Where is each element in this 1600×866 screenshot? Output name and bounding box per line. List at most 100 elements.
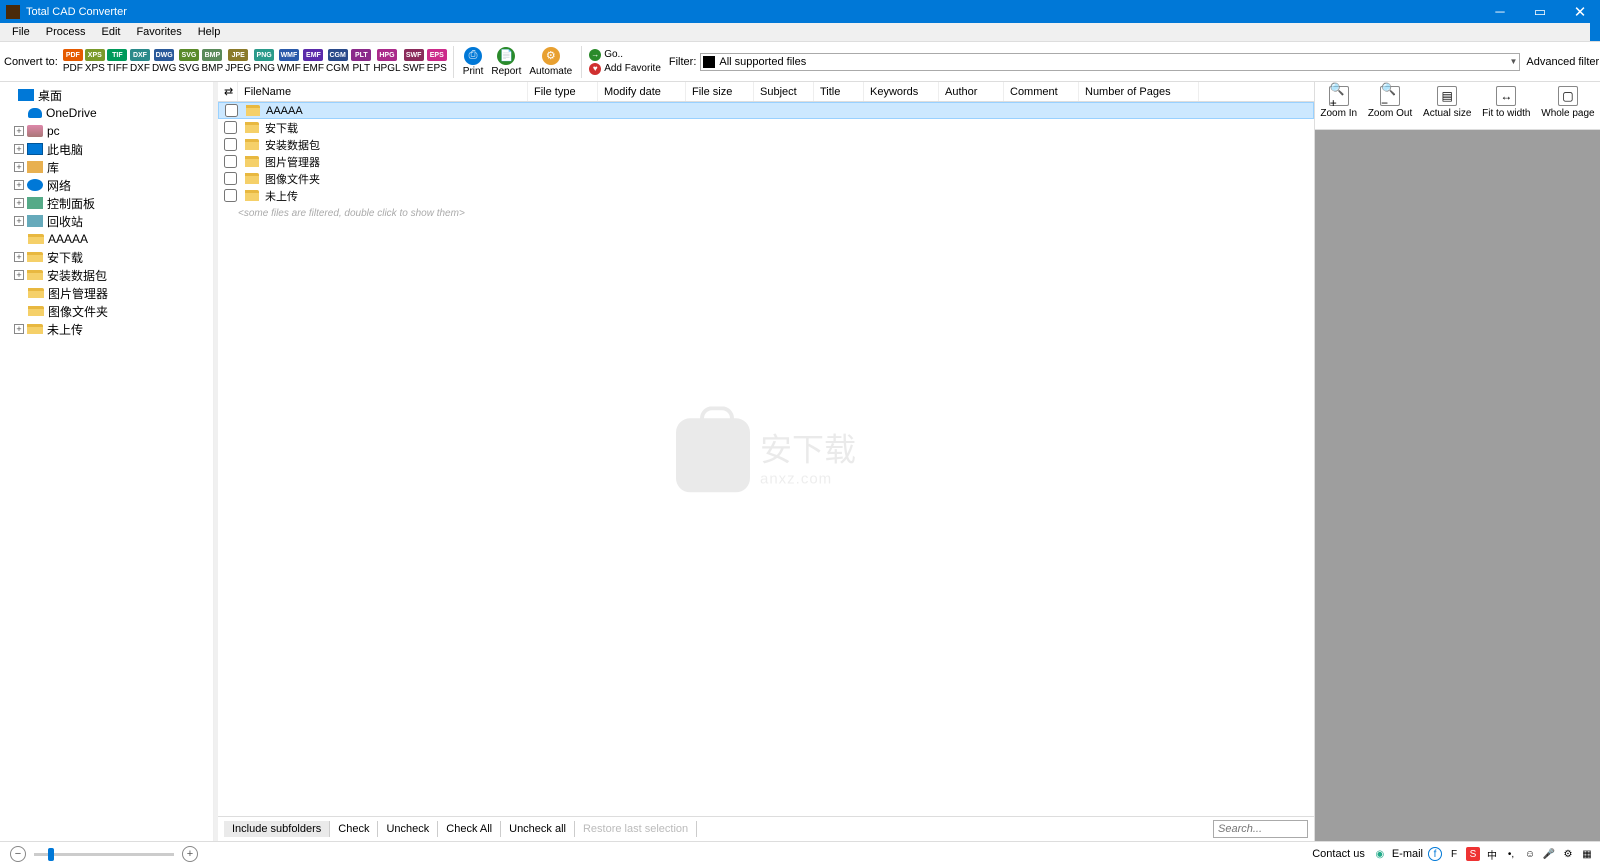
tray-icon[interactable]: S <box>1466 847 1480 861</box>
list-footer: Include subfolders Check Uncheck Check A… <box>218 816 1314 841</box>
menu-file[interactable]: File <box>4 24 38 40</box>
row-checkbox[interactable] <box>224 189 237 202</box>
tree-item[interactable]: 桌面 <box>0 86 213 104</box>
print-button[interactable]: ⎙ Print <box>463 47 484 77</box>
check-all-button[interactable]: Check All <box>438 821 501 837</box>
menu-favorites[interactable]: Favorites <box>128 24 189 40</box>
tree-item[interactable]: +控制面板 <box>0 194 213 212</box>
zoom-out-button[interactable]: 🔍−Zoom Out <box>1368 86 1412 119</box>
tray-icon[interactable]: •, <box>1504 847 1518 861</box>
tree-item[interactable]: +安下载 <box>0 248 213 266</box>
tree-item[interactable]: +pc <box>0 122 213 140</box>
filter-select[interactable]: All supported files ▼ <box>700 53 1520 71</box>
minimize-button[interactable]: ─ <box>1480 0 1520 23</box>
column-header[interactable]: File type <box>528 82 598 101</box>
tray-ime-icon[interactable]: 中 <box>1485 847 1499 861</box>
convert-cgm-button[interactable]: CGMCGM <box>326 49 349 74</box>
close-button[interactable]: ✕ <box>1560 0 1600 23</box>
advanced-filter-link[interactable]: Advanced filter <box>1526 56 1599 68</box>
list-row[interactable]: AAAAA <box>218 102 1314 119</box>
convert-xps-button[interactable]: XPSXPS <box>85 49 105 74</box>
column-header[interactable]: Subject <box>754 82 814 101</box>
row-checkbox[interactable] <box>224 121 237 134</box>
convert-jpeg-button[interactable]: JPEJPEG <box>225 49 251 74</box>
tray-mic-icon[interactable]: 🎤 <box>1542 847 1556 861</box>
fit-to-width-button[interactable]: ↔Fit to width <box>1482 86 1530 119</box>
uncheck-button[interactable]: Uncheck <box>378 821 438 837</box>
column-header[interactable]: Author <box>939 82 1004 101</box>
tree-item[interactable]: +安装数据包 <box>0 266 213 284</box>
convert-dxf-button[interactable]: DXFDXF <box>130 49 150 74</box>
convert-dwg-button[interactable]: DWGDWG <box>152 49 176 74</box>
list-row[interactable]: 图像文件夹 <box>218 170 1314 187</box>
maximize-button[interactable]: ▭ <box>1520 0 1560 23</box>
automate-button[interactable]: ⚙ Automate <box>529 47 572 77</box>
column-header[interactable]: Comment <box>1004 82 1079 101</box>
go-button[interactable]: →Go.. <box>589 49 661 61</box>
menu-edit[interactable]: Edit <box>93 24 128 40</box>
convert-png-button[interactable]: PNGPNG <box>253 49 275 74</box>
tree-item[interactable]: +库 <box>0 158 213 176</box>
chevron-down-icon: ▼ <box>1509 57 1517 66</box>
convert-pdf-button[interactable]: PDFPDF <box>63 49 83 74</box>
tree-item[interactable]: +网络 <box>0 176 213 194</box>
tree-item[interactable]: OneDrive <box>0 104 213 122</box>
report-button[interactable]: 📄 Report <box>491 47 521 77</box>
convert-svg-button[interactable]: SVGSVG <box>178 49 199 74</box>
convert-hpgl-button[interactable]: HPGHPGL <box>373 49 400 74</box>
list-row[interactable]: 未上传 <box>218 187 1314 204</box>
convert-bmp-button[interactable]: BMPBMP <box>202 49 224 74</box>
column-header[interactable]: Title <box>814 82 864 101</box>
zoom-in-button[interactable]: 🔍+Zoom In <box>1320 86 1357 119</box>
column-header[interactable]: FileName <box>238 82 528 101</box>
zoom-slider[interactable] <box>34 853 174 856</box>
col-checkbox[interactable]: ⇄ <box>218 82 238 101</box>
zoom-plus-button[interactable]: + <box>182 846 198 862</box>
restore-selection-button[interactable]: Restore last selection <box>575 821 697 837</box>
tree-item[interactable]: 图像文件夹 <box>0 302 213 320</box>
convert-swf-button[interactable]: SWFSWF <box>403 49 425 74</box>
tray-icon[interactable]: ◉ <box>1373 847 1387 861</box>
uncheck-all-button[interactable]: Uncheck all <box>501 821 575 837</box>
list-row[interactable]: 图片管理器 <box>218 153 1314 170</box>
contact-us-link[interactable]: Contact us <box>1312 848 1365 860</box>
menu-process[interactable]: Process <box>38 24 94 40</box>
include-subfolders-button[interactable]: Include subfolders <box>224 821 330 837</box>
list-row[interactable]: 安下载 <box>218 119 1314 136</box>
row-checkbox[interactable] <box>224 155 237 168</box>
facebook-icon[interactable]: f <box>1428 847 1442 861</box>
search-input[interactable] <box>1213 820 1308 838</box>
add-favorite-button[interactable]: ♥Add Favorite <box>589 63 661 75</box>
menu-help[interactable]: Help <box>190 24 229 40</box>
tree-item[interactable]: 图片管理器 <box>0 284 213 302</box>
tree-item[interactable]: AAAAA <box>0 230 213 248</box>
whole-page-button[interactable]: ▢Whole page <box>1541 86 1594 119</box>
list-row[interactable]: 安装数据包 <box>218 136 1314 153</box>
convert-emf-button[interactable]: EMFEMF <box>303 49 324 74</box>
column-header[interactable]: File size <box>686 82 754 101</box>
actual-size-button[interactable]: ▤Actual size <box>1423 86 1471 119</box>
column-header[interactable]: Keywords <box>864 82 939 101</box>
column-header[interactable]: Number of Pages <box>1079 82 1199 101</box>
watermark: 安下载 anxz.com <box>676 418 856 492</box>
system-tray: ◉ E-mail f F S 中 •, ☺ 🎤 ⚙ ▦ <box>1373 847 1594 861</box>
tray-icon[interactable]: F <box>1447 847 1461 861</box>
email-link[interactable]: E-mail <box>1392 848 1423 860</box>
tray-icon[interactable]: ▦ <box>1580 847 1594 861</box>
filter-hint[interactable]: <some files are filtered, double click t… <box>218 204 1314 219</box>
tray-icon[interactable]: ☺ <box>1523 847 1537 861</box>
check-button[interactable]: Check <box>330 821 378 837</box>
row-checkbox[interactable] <box>225 104 238 117</box>
row-checkbox[interactable] <box>224 138 237 151</box>
convert-wmf-button[interactable]: WMFWMF <box>277 49 301 74</box>
column-header[interactable]: Modify date <box>598 82 686 101</box>
tree-item[interactable]: +回收站 <box>0 212 213 230</box>
zoom-minus-button[interactable]: − <box>10 846 26 862</box>
convert-tiff-button[interactable]: TIFTIFF <box>107 49 128 74</box>
tree-item[interactable]: +此电脑 <box>0 140 213 158</box>
row-checkbox[interactable] <box>224 172 237 185</box>
convert-plt-button[interactable]: PLTPLT <box>351 49 371 74</box>
tray-settings-icon[interactable]: ⚙ <box>1561 847 1575 861</box>
convert-eps-button[interactable]: EPSEPS <box>427 49 447 74</box>
tree-item[interactable]: +未上传 <box>0 320 213 338</box>
